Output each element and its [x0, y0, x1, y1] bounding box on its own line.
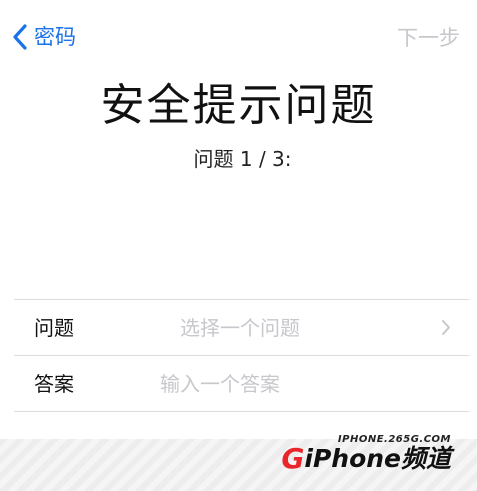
back-button-label: 密码 [34, 25, 76, 49]
answer-input[interactable] [160, 370, 410, 397]
question-select[interactable]: 选择一个问题 [180, 315, 300, 341]
question-row[interactable]: 问题 选择一个问题 [14, 300, 469, 355]
question-progress: 问题 1 / 3: [193, 147, 292, 171]
page-title: 安全提示问题 [100, 80, 377, 131]
navigation-bar: 密码 下一步 [0, 0, 477, 72]
divider [14, 411, 469, 412]
answer-label: 答案 [34, 371, 74, 396]
security-question-form: 问题 选择一个问题 答案 [14, 299, 469, 412]
watermark-logo: G iPhone频道 [281, 444, 451, 474]
next-button[interactable]: 下一步 [397, 24, 460, 52]
answer-row: 答案 [14, 356, 469, 411]
question-label: 问题 [34, 315, 74, 340]
watermark-logo-text: iPhone频道 [304, 444, 451, 473]
back-button[interactable]: 密码 [12, 22, 76, 52]
watermark-logo-g: G [281, 442, 305, 475]
chevron-left-icon [12, 24, 28, 50]
chevron-right-icon [441, 319, 451, 336]
